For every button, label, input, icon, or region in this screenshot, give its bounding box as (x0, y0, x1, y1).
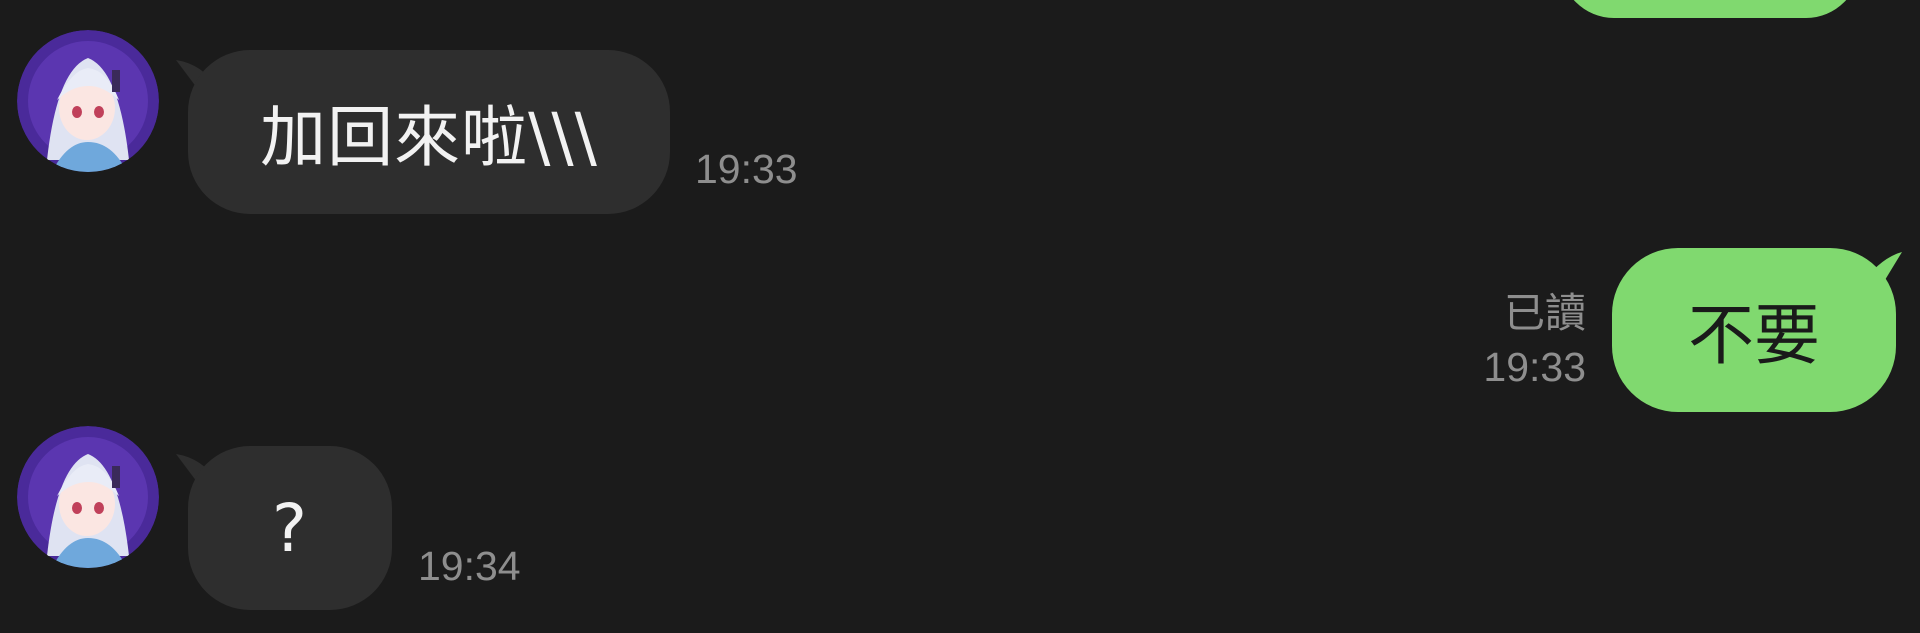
message-bubble-incoming[interactable]: ? (188, 446, 392, 610)
message-bubble-incoming[interactable]: 加回來啦\\\ (188, 50, 670, 214)
message-timestamp: 19:33 (1483, 344, 1586, 390)
contact-avatar[interactable] (17, 426, 159, 568)
anime-girl-avatar-icon (17, 426, 159, 568)
outgoing-meta: 已讀 19:33 (1440, 286, 1586, 394)
message-timestamp: 19:34 (418, 543, 521, 589)
message-timestamp: 19:33 (695, 146, 798, 192)
previous-outgoing-bubble[interactable] (1560, 0, 1860, 18)
chat-view[interactable]: 加回來啦\\\ 19:33 已讀 19:33 不要 ? 19:34 (0, 0, 1920, 633)
message-bubble-outgoing[interactable]: 不要 (1612, 248, 1896, 412)
read-status: 已讀 (1504, 290, 1586, 336)
anime-girl-avatar-icon (17, 30, 159, 172)
message-text: ? (271, 489, 309, 567)
message-text: 不要 (1688, 297, 1820, 374)
contact-avatar[interactable] (17, 30, 159, 172)
message-text: 加回來啦\\\ (260, 99, 598, 176)
